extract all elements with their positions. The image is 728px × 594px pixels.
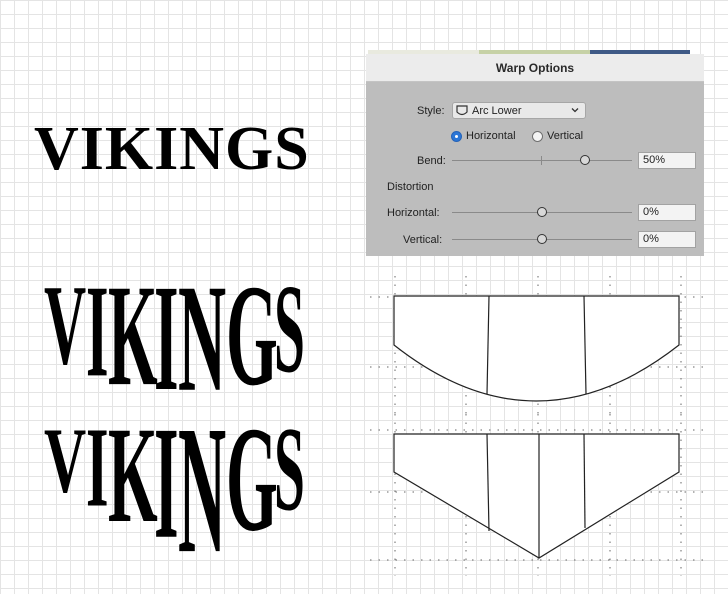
warp-letter-n: N [178, 270, 226, 410]
distortion-horizontal-thumb[interactable] [537, 207, 547, 217]
style-select[interactable]: Arc Lower [452, 102, 586, 119]
warp-letter-g: G [226, 410, 278, 563]
warped-point-text[interactable]: V I KI N GS [30, 410, 350, 570]
radio-horizontal[interactable]: Horizontal [451, 130, 516, 142]
bend-slider[interactable] [452, 155, 632, 167]
point-envelope-diagram [370, 414, 706, 576]
warp-letter-i: I [86, 410, 109, 531]
warp-letter-i: I [154, 270, 179, 410]
warp-letter-k: K [108, 270, 158, 410]
distortion-horizontal-label: Horizontal: [387, 207, 440, 219]
chevron-down-icon [571, 108, 579, 113]
distortion-vertical-slider[interactable] [452, 234, 632, 246]
radio-selected-icon [451, 130, 462, 142]
warp-options-dialog: Warp Options Style: Arc Lower Horizontal… [366, 54, 704, 256]
warp-letter-s: S [274, 410, 305, 537]
distortion-horizontal-slider[interactable] [452, 207, 632, 219]
warp-letter-s: S [274, 270, 305, 400]
warp-letter-i: I [154, 410, 179, 570]
warp-letter-n: N [178, 410, 226, 570]
bend-slider-thumb[interactable] [580, 155, 590, 165]
arc-lower-icon [456, 104, 468, 115]
warp-letter-v: V [44, 410, 86, 512]
distortion-vertical-label: Vertical: [403, 234, 443, 246]
style-label: Style: [417, 105, 445, 117]
warped-arc-text[interactable]: V I KI N GS [30, 270, 350, 410]
radio-unselected-icon [532, 130, 543, 142]
warp-letter-k: K [108, 410, 158, 552]
warp-letter-g: G [226, 270, 278, 410]
slider-track [452, 160, 632, 161]
style-select-value: Arc Lower [472, 104, 522, 117]
bend-label: Bend: [417, 155, 446, 167]
distortion-vertical-value-field[interactable]: 0% [638, 231, 696, 248]
radio-vertical[interactable]: Vertical [532, 130, 583, 142]
point-envelope-outline [393, 433, 680, 559]
arc-envelope-diagram [370, 276, 706, 418]
radio-horizontal-label: Horizontal [466, 130, 516, 142]
distortion-heading: Distortion [387, 181, 434, 193]
distortion-vertical-thumb[interactable] [537, 234, 547, 244]
distortion-horizontal-value-field[interactable]: 0% [638, 204, 696, 221]
slider-center-tick [541, 156, 542, 165]
bend-value-field[interactable]: 50% [638, 152, 696, 169]
radio-vertical-label: Vertical [547, 130, 584, 142]
original-vikings-text[interactable]: VIKINGS [34, 118, 310, 180]
dialog-title: Warp Options [366, 54, 704, 82]
warp-letter-v: V [44, 270, 86, 389]
warp-letter-i: I [86, 270, 109, 405]
arc-envelope-outline [393, 295, 680, 402]
